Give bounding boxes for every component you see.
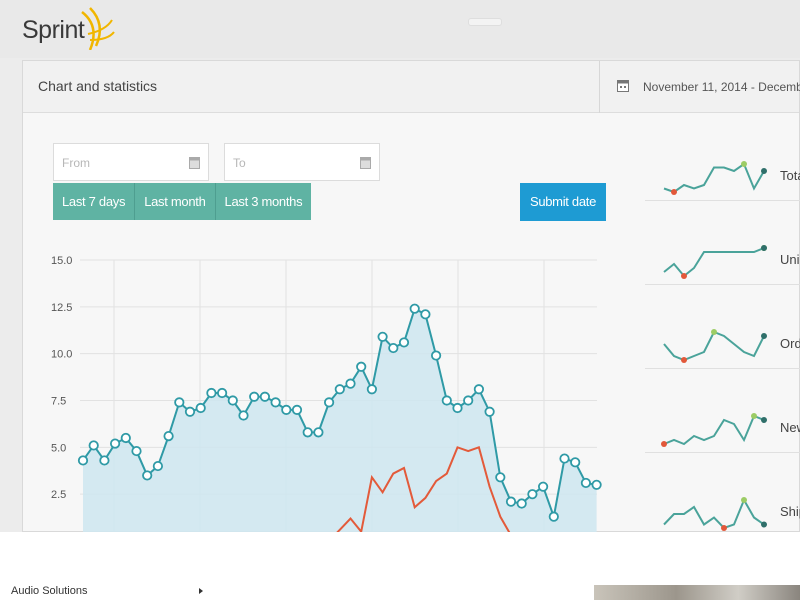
sparkline-chart bbox=[663, 245, 767, 279]
sparkline-chart bbox=[663, 161, 767, 195]
y-tick-label: 10.0 bbox=[51, 349, 72, 361]
sparkline-chart bbox=[663, 497, 767, 531]
sparkline-min-point bbox=[661, 441, 667, 447]
y-tick-label: 15.0 bbox=[51, 255, 72, 267]
series-1-point bbox=[430, 350, 442, 361]
sparkline-divider bbox=[645, 284, 800, 285]
sparkline-line bbox=[663, 330, 765, 362]
series-1-point bbox=[420, 309, 431, 320]
sparkline-label: New bbox=[780, 420, 800, 435]
series-1-point bbox=[377, 331, 388, 342]
series-1-point bbox=[441, 395, 452, 406]
bottom-strip: Audio Solutions bbox=[0, 532, 800, 600]
series-1-point bbox=[580, 477, 592, 489]
sparkline-min-point bbox=[721, 525, 727, 531]
y-tick-label: 2.5 bbox=[51, 489, 66, 501]
sparkline-line bbox=[663, 162, 765, 194]
series-1-point bbox=[313, 427, 324, 438]
sparkline-max-point bbox=[711, 329, 717, 335]
series-1-point bbox=[174, 397, 185, 408]
series-1-point bbox=[88, 440, 99, 451]
sparkline-line bbox=[663, 247, 765, 278]
y-tick-label: 12.5 bbox=[51, 302, 72, 314]
series-1-point bbox=[452, 402, 463, 414]
series-1-point bbox=[110, 438, 121, 449]
series-1-point bbox=[238, 410, 249, 421]
series-1-point bbox=[527, 489, 538, 500]
series-1-point bbox=[270, 397, 281, 408]
sparkline-line bbox=[663, 414, 765, 446]
series-1-point bbox=[505, 496, 517, 507]
series-1-point bbox=[570, 457, 581, 468]
series-1-point bbox=[356, 361, 367, 372]
series-1-point bbox=[302, 427, 313, 438]
sparkline-min-point bbox=[671, 189, 677, 195]
series-1-point bbox=[206, 387, 217, 399]
series-1-point bbox=[548, 511, 559, 522]
menu-item-audio-solutions[interactable]: Audio Solutions bbox=[11, 585, 87, 597]
series-1-point bbox=[249, 391, 260, 402]
sparkline-divider bbox=[645, 200, 800, 201]
series-1-point bbox=[195, 402, 206, 414]
sparkline-last-point bbox=[761, 417, 767, 423]
series-1-point bbox=[77, 455, 89, 466]
series-1-point bbox=[516, 498, 527, 509]
sparkline-last-point bbox=[761, 245, 767, 251]
sparkline-last-point bbox=[761, 168, 767, 174]
series-1-point bbox=[345, 378, 356, 389]
series-1-point bbox=[484, 406, 495, 417]
series-1-point bbox=[334, 384, 345, 395]
y-tick-label: 7.5 bbox=[51, 396, 66, 408]
sparkline-min-point bbox=[681, 273, 687, 279]
sparkline-label: Ship bbox=[780, 504, 800, 519]
sparkline-label: Ord bbox=[780, 336, 800, 351]
series-1-point bbox=[495, 472, 506, 483]
sparkline-max-point bbox=[741, 497, 747, 503]
sparkline-last-point bbox=[761, 333, 767, 339]
series-1-area bbox=[83, 308, 597, 532]
series-1-point bbox=[163, 430, 174, 442]
chevron-right-icon[interactable] bbox=[199, 588, 203, 594]
sparkline-max-point bbox=[751, 413, 757, 419]
sparkline-divider bbox=[645, 368, 800, 369]
sparkline-divider bbox=[645, 452, 800, 453]
sparkline-label: Tota bbox=[780, 168, 800, 183]
series-1-point bbox=[131, 445, 142, 457]
series-1-point bbox=[99, 455, 110, 466]
series-1-point bbox=[366, 384, 377, 395]
sparkline-chart bbox=[661, 413, 767, 447]
series-1-point bbox=[152, 460, 163, 472]
sparkline-max-point bbox=[741, 161, 747, 167]
series-1-point bbox=[591, 479, 602, 490]
sparkline-last-point bbox=[761, 521, 767, 528]
series-1-point bbox=[473, 384, 484, 395]
series-1-point bbox=[559, 453, 570, 464]
sparkline-line bbox=[663, 497, 765, 530]
series-1-point bbox=[120, 432, 131, 444]
sparkline-label: Unic bbox=[780, 252, 800, 267]
series-1-point bbox=[388, 342, 399, 354]
series-1-point bbox=[463, 395, 474, 406]
product-image bbox=[594, 585, 800, 600]
series-1-point bbox=[259, 391, 270, 402]
y-tick-label: 5.0 bbox=[51, 442, 66, 454]
series-1-point bbox=[409, 303, 420, 314]
series-1-point bbox=[142, 470, 153, 481]
series-1-point bbox=[217, 387, 228, 399]
series-1-point bbox=[537, 481, 549, 492]
screen: Sprint Chart and statistics November 11,… bbox=[0, 0, 800, 600]
series-1-point bbox=[281, 404, 292, 415]
sparkline-min-point bbox=[681, 357, 687, 363]
series-1-point bbox=[398, 337, 410, 348]
series-1-point bbox=[227, 395, 238, 406]
sparkline-chart bbox=[663, 329, 767, 363]
series-1-point bbox=[323, 397, 335, 408]
series-1-point bbox=[184, 406, 196, 417]
series-1-point bbox=[291, 404, 303, 415]
